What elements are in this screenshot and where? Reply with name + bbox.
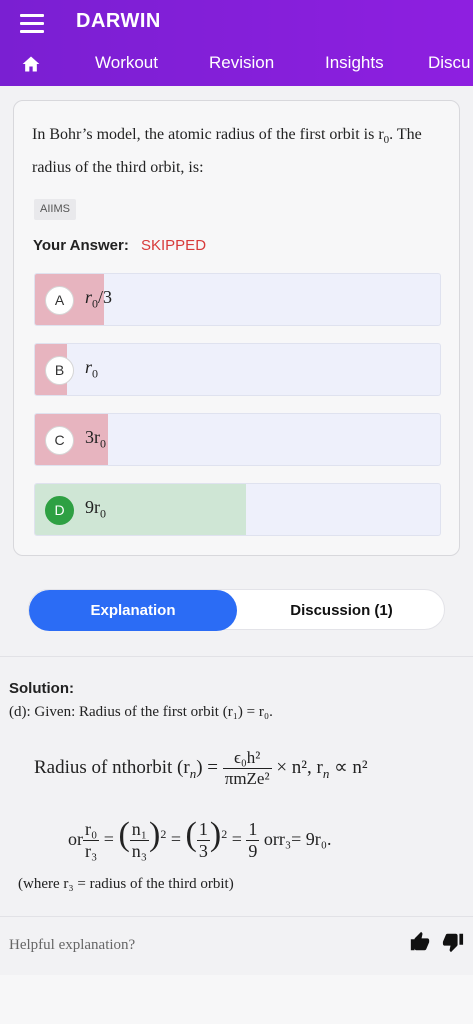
option-b[interactable]: B r0 <box>34 343 441 396</box>
hamburger-menu-icon[interactable] <box>20 14 44 34</box>
tab-workout[interactable]: Workout <box>95 53 158 73</box>
tab-discussion-count[interactable]: Discussion (1) <box>237 590 446 631</box>
question-text: In Bohr’s model, the atomic radius of th… <box>32 126 422 177</box>
solution-given: (d): Given: Radius of the first orbit (r… <box>9 704 273 720</box>
equation-ratio: or r₀ r₃ = (n₁ n₃)2 = (1 3)2 = 19 orr₃= 9r₀. <box>68 816 332 862</box>
question-card: In Bohr’s model, the atomic radius of th… <box>13 100 460 556</box>
tab-insights[interactable]: Insights <box>325 53 384 73</box>
option-c-badge: C <box>45 426 74 455</box>
tab-discussion[interactable]: Discu <box>428 53 471 73</box>
divider <box>0 656 473 657</box>
option-d[interactable]: D 9r0 <box>34 483 441 536</box>
home-icon[interactable] <box>21 54 41 74</box>
app-title: DARWIN <box>76 10 161 32</box>
helpful-label: Helpful explanation? <box>9 937 136 953</box>
solution-note: (where r₃ = radius of the third orbit) <box>18 876 234 892</box>
option-c-text: 3r0 <box>85 427 106 451</box>
tab-bar: Workout Revision Insights Discu <box>0 48 473 82</box>
thumbs-down-icon[interactable] <box>442 931 464 953</box>
option-a-text: r0/3 <box>85 287 113 311</box>
divider <box>0 916 473 917</box>
tab-revision[interactable]: Revision <box>209 53 274 73</box>
tab-explanation[interactable]: Explanation <box>29 590 237 631</box>
thumbs-up-icon[interactable] <box>409 931 431 953</box>
explanation-discussion-toggle: Explanation Discussion (1) <box>28 589 446 631</box>
option-d-text: 9r0 <box>85 497 106 521</box>
option-b-text: r0 <box>85 357 99 381</box>
app-bar: DARWIN Workout Revision Insights Discu <box>0 0 473 86</box>
exam-tag: AIIMS <box>34 199 76 220</box>
equation-radius: Radius of nthorbit (rn) = ϵ₀h² πmZe² × n²… <box>34 747 368 789</box>
your-answer-label: Your Answer: <box>33 237 129 254</box>
option-a[interactable]: A r0/3 <box>34 273 441 326</box>
solution-title: Solution: <box>9 680 74 697</box>
option-d-badge: D <box>45 496 74 525</box>
equation-radius-fraction: ϵ₀h² πmZe² <box>222 747 272 789</box>
option-b-badge: B <box>45 356 74 385</box>
option-a-badge: A <box>45 286 74 315</box>
footer-area <box>0 975 473 1024</box>
answer-status: SKIPPED <box>141 237 207 254</box>
option-c[interactable]: C 3r0 <box>34 413 441 466</box>
